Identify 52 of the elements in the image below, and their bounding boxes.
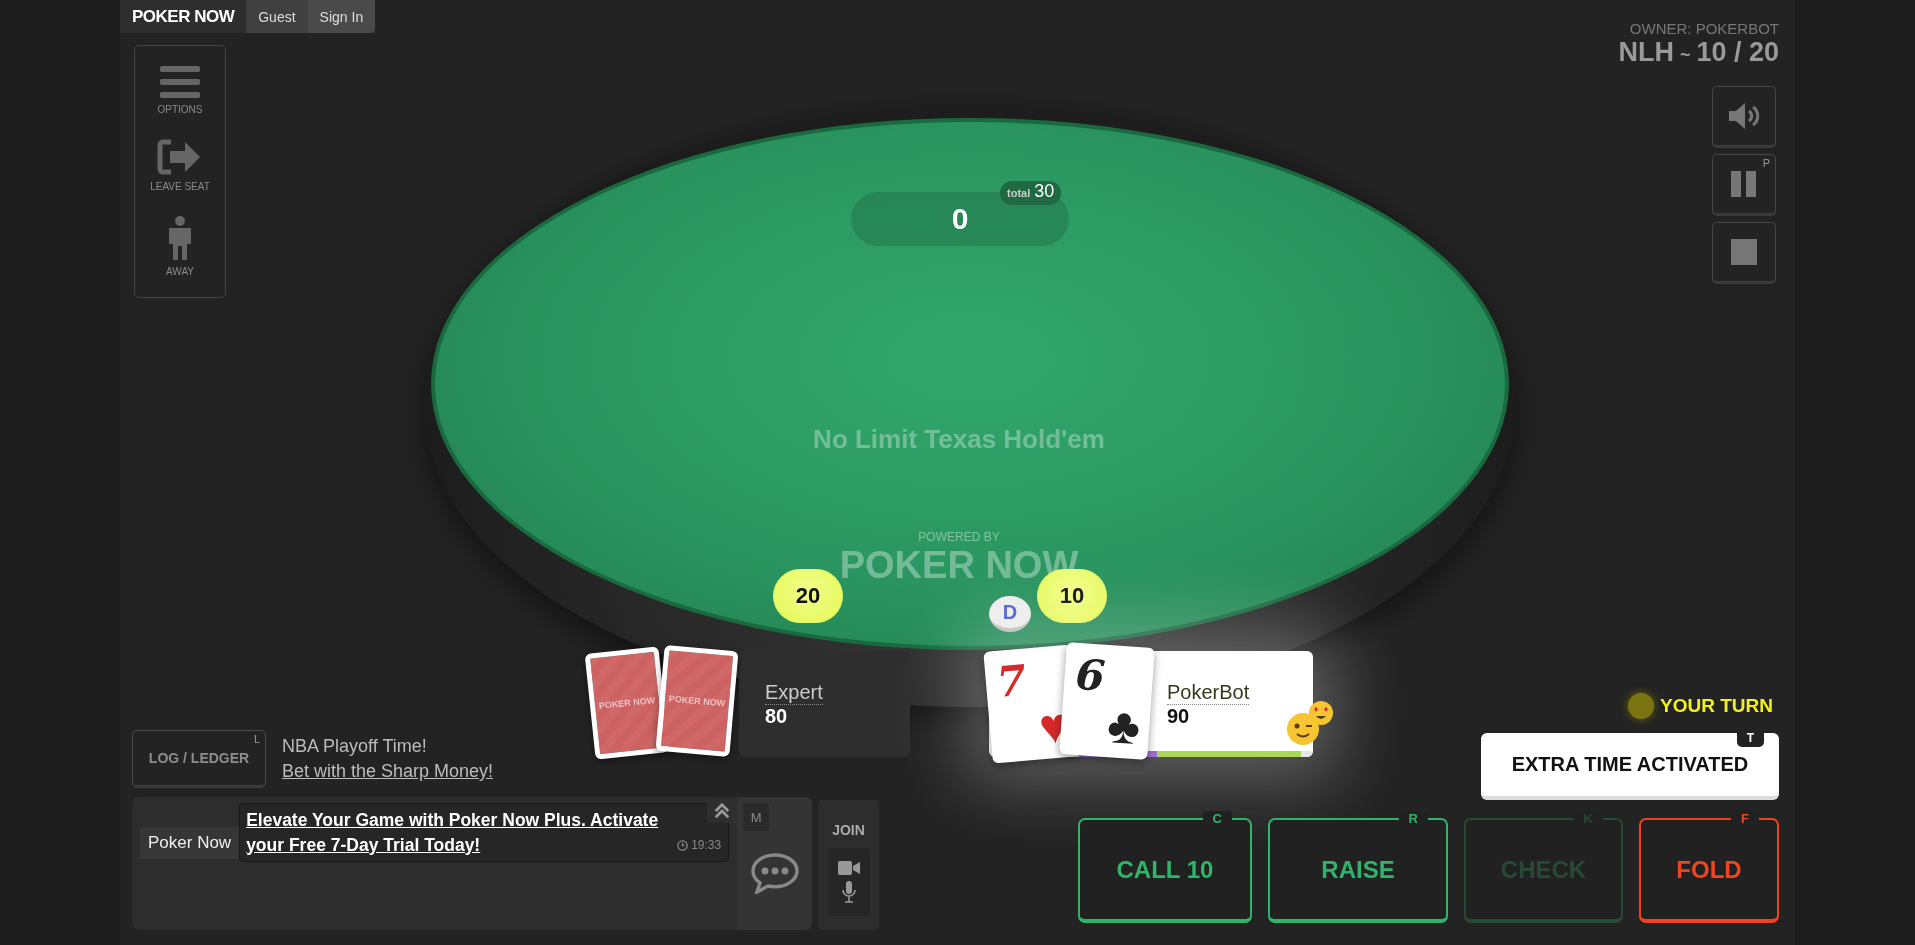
turn-indicator [1628,693,1655,719]
blinds-label: 10 / 20 [1696,37,1779,68]
shortcut-key: F [1731,811,1759,826]
total-label: total [1007,187,1031,199]
chat-button[interactable]: M [737,797,812,930]
pause-icon [1731,171,1757,197]
wink-face-icon [1286,712,1320,746]
powered-by-label: POWERED BY [918,530,1000,544]
double-chevron-up-icon [713,802,731,820]
shortcut-key: R [1398,811,1428,826]
owner-label: OWNER: POKERBOT [1629,20,1779,37]
menu-button[interactable]: OPTIONS [157,66,203,115]
video-camera-icon [837,861,860,875]
sign-in-button[interactable]: Sign In [307,0,376,33]
join-label: JOIN [832,822,865,838]
player-stack: 80 [765,704,789,728]
clock-icon [677,839,689,851]
game-type: NLH [1618,37,1674,68]
sound-button[interactable] [1712,86,1776,148]
message-author: Poker Now [140,827,240,859]
shortcut-key: C [1202,811,1232,826]
shortcut-key: M [743,803,770,831]
player-name: PokerBot [1167,680,1250,705]
menu-button[interactable]: LEAVE SEAT [150,139,210,192]
game-name: No Limit Texas Hold'em [812,424,1106,455]
player-stack: 90 [1167,704,1191,728]
shortcut-key: P [1762,157,1770,169]
message-time: 19:33 [677,838,722,852]
turn-label: YOUR TURN [1660,695,1773,717]
person-icon [167,216,193,260]
chat-bubble-icon [749,852,800,894]
exit-icon [157,139,203,175]
total-value: 30 [1034,181,1055,202]
player-name: Expert [765,680,823,705]
stop-button[interactable] [1712,222,1776,284]
pause-button[interactable]: P [1712,154,1776,216]
message-link[interactable]: Elevate Your Game with Poker Now Plus. Activate your Free 7-Day Trial Today! [246,808,672,857]
ad-link[interactable]: Bet with the Sharp Money! [282,761,494,782]
heart-eyes-face-icon [1308,700,1334,726]
separator: ~ [1679,45,1691,66]
menu-button[interactable]: AWAY [166,216,194,277]
join-media-button[interactable] [827,848,870,916]
menu-icon [160,66,200,98]
stop-icon [1731,239,1757,265]
log-ledger-button[interactable]: LOG / LEDGER L [132,730,266,788]
guest-button[interactable]: Guest [246,0,308,33]
card-back: POKER NOW [655,645,739,757]
speaker-icon [1727,102,1761,130]
shortcut-key: L [253,733,260,745]
microphone-icon [841,881,856,903]
brand-logo: POKER NOW [120,0,247,33]
ad-title: NBA Playoff Time! [282,736,427,757]
